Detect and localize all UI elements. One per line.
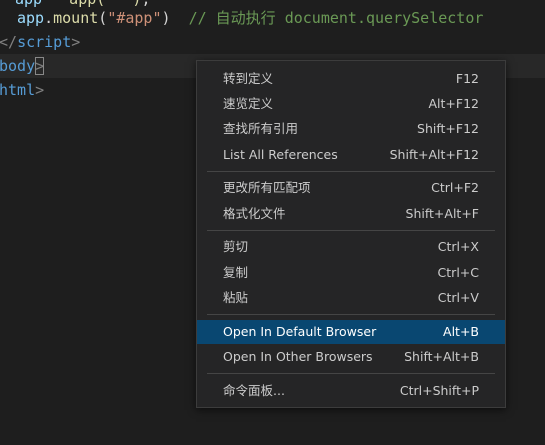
menu-item-shortcut: Ctrl+V bbox=[437, 290, 479, 305]
code-token-object: app bbox=[17, 9, 45, 27]
menu-item-shortcut: Shift+Alt+F bbox=[405, 206, 479, 221]
menu-item-peek-definition[interactable]: 速览定义 Alt+F12 bbox=[197, 92, 505, 116]
menu-separator bbox=[207, 230, 495, 231]
menu-item-format-document[interactable]: 格式化文件 Shift+Alt+F bbox=[197, 202, 505, 226]
menu-item-paste[interactable]: 粘贴 Ctrl+V bbox=[197, 286, 505, 310]
context-menu: 转到定义 F12 速览定义 Alt+F12 查找所有引用 Shift+F12 L… bbox=[196, 60, 506, 408]
menu-item-copy[interactable]: 复制 Ctrl+C bbox=[197, 261, 505, 285]
code-token-paren: ( bbox=[98, 9, 108, 27]
code-token-paren: ) bbox=[161, 9, 171, 27]
menu-item-label: 查找所有引用 bbox=[223, 121, 299, 136]
code-token-bracket: > bbox=[35, 81, 45, 99]
menu-item-shortcut: Shift+F12 bbox=[417, 121, 479, 136]
menu-item-open-in-default-browser[interactable]: Open In Default Browser Alt+B bbox=[197, 320, 505, 344]
menu-item-shortcut: Shift+Alt+B bbox=[404, 349, 479, 364]
menu-item-label: 复制 bbox=[223, 265, 249, 280]
menu-item-shortcut: Alt+B bbox=[443, 324, 479, 339]
menu-item-shortcut: Ctrl+C bbox=[437, 265, 479, 280]
menu-item-shortcut: Ctrl+Shift+P bbox=[399, 383, 479, 398]
menu-item-label: 速览定义 bbox=[223, 96, 274, 111]
menu-separator bbox=[207, 373, 495, 374]
menu-item-label: List All References bbox=[223, 147, 338, 162]
code-token-matched-bracket: > bbox=[35, 57, 45, 75]
menu-item-shortcut: Alt+F12 bbox=[428, 96, 480, 111]
menu-item-list-all-references[interactable]: List All References Shift+Alt+F12 bbox=[197, 143, 505, 167]
menu-item-shortcut: Ctrl+X bbox=[437, 239, 479, 254]
code-comment: // 自动执行 document.querySelector bbox=[188, 9, 484, 27]
code-token-tag: body bbox=[0, 57, 36, 75]
menu-item-label: 粘贴 bbox=[223, 290, 249, 305]
code-line: </script> bbox=[0, 30, 80, 54]
code-token-function: mount bbox=[53, 9, 99, 27]
code-line: html> bbox=[0, 78, 44, 102]
code-token-dot: . bbox=[44, 9, 54, 27]
menu-separator bbox=[207, 171, 495, 172]
code-token-tag: html bbox=[0, 81, 36, 99]
menu-item-command-palette[interactable]: 命令面板... Ctrl+Shift+P bbox=[197, 379, 505, 403]
code-token-bracket: > bbox=[71, 33, 81, 51]
menu-item-label: 命令面板... bbox=[223, 383, 285, 398]
menu-separator bbox=[207, 314, 495, 315]
code-line: app.mount("#app") // 自动执行 document.query… bbox=[17, 6, 483, 30]
menu-item-label: 转到定义 bbox=[223, 71, 274, 86]
code-token-bracket: </ bbox=[0, 33, 18, 51]
menu-item-label: 格式化文件 bbox=[223, 206, 286, 221]
menu-item-shortcut: Shift+Alt+F12 bbox=[389, 147, 479, 162]
menu-item-go-to-definition[interactable]: 转到定义 F12 bbox=[197, 67, 505, 91]
code-token-string: "#app" bbox=[107, 9, 162, 27]
menu-item-change-all-occurrences[interactable]: 更改所有匹配项 Ctrl+F2 bbox=[197, 176, 505, 200]
menu-item-shortcut: Ctrl+F2 bbox=[431, 180, 479, 195]
menu-item-cut[interactable]: 剪切 Ctrl+X bbox=[197, 235, 505, 259]
code-token-tag: script bbox=[17, 33, 72, 51]
menu-item-label: Open In Other Browsers bbox=[223, 349, 373, 364]
menu-item-label: 更改所有匹配项 bbox=[223, 180, 311, 195]
menu-item-find-all-references[interactable]: 查找所有引用 Shift+F12 bbox=[197, 117, 505, 141]
menu-item-label: 剪切 bbox=[223, 239, 249, 254]
menu-item-shortcut: F12 bbox=[455, 71, 479, 86]
menu-item-label: Open In Default Browser bbox=[223, 324, 377, 339]
menu-item-open-in-other-browsers[interactable]: Open In Other Browsers Shift+Alt+B bbox=[197, 345, 505, 369]
